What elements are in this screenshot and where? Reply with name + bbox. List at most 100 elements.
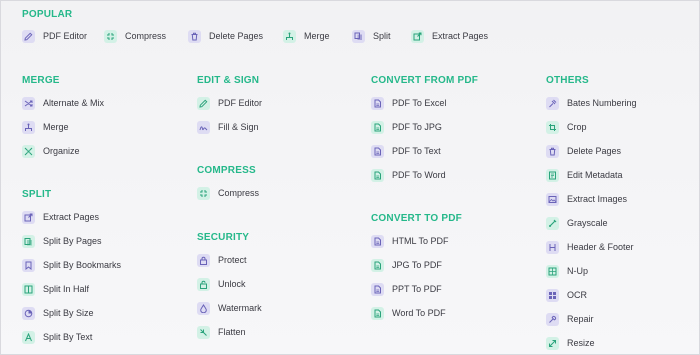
- others-item-header-and-footer[interactable]: Header & Footer: [546, 239, 634, 255]
- popular-item-merge[interactable]: Merge: [283, 28, 330, 44]
- others-item-n-up[interactable]: N-Up: [546, 263, 588, 279]
- compress-section-title: COMPRESS: [197, 165, 256, 176]
- menu-item-label: Fill & Sign: [218, 122, 259, 132]
- extract-icon: [411, 29, 424, 43]
- menu-item-label: PDF To Excel: [392, 98, 447, 108]
- menu-item-label: Alternate & Mix: [43, 98, 105, 108]
- convert-to-item-jpg-to-pdf[interactable]: JPG To PDF: [371, 257, 442, 273]
- menu-item-label: PDF To Text: [392, 146, 441, 156]
- popular-item-compress[interactable]: Compress: [104, 28, 166, 44]
- split-item-split-by-size[interactable]: Split By Size: [22, 305, 94, 321]
- menu-item-label: PPT To PDF: [392, 284, 442, 294]
- convert-from-item-pdf-to-excel[interactable]: PDF To Excel: [371, 95, 446, 111]
- others-item-edit-metadata[interactable]: Edit Metadata: [546, 167, 623, 183]
- popular-section-title: POPULAR: [22, 9, 73, 20]
- menu-item-label: Split By Bookmarks: [43, 260, 122, 270]
- popular-item-split[interactable]: Split: [352, 28, 391, 44]
- others-item-grayscale[interactable]: Grayscale: [546, 215, 608, 231]
- grid-icon: [546, 264, 559, 278]
- menu-item-label: HTML To PDF: [392, 236, 449, 246]
- menu-item-label: Header & Footer: [567, 242, 634, 252]
- menu-item-label: JPG To PDF: [392, 260, 442, 270]
- pages-icon: [22, 234, 35, 248]
- convert-from-item-pdf-to-text[interactable]: PDF To Text: [371, 143, 441, 159]
- convert-from-item-pdf-to-jpg[interactable]: PDF To JPG: [371, 119, 442, 135]
- menu-item-label: Edit Metadata: [567, 170, 623, 180]
- menu-item-label: Grayscale: [567, 218, 608, 228]
- repair-icon: [546, 312, 559, 326]
- menu-item-label: Delete Pages: [209, 31, 264, 41]
- split-item-split-by-bookmarks[interactable]: Split By Bookmarks: [22, 257, 121, 273]
- merge-item-alternate-and-mix[interactable]: Alternate & Mix: [22, 95, 104, 111]
- document-icon: [371, 120, 384, 134]
- popular-item-pdf-editor[interactable]: PDF Editor: [22, 28, 87, 44]
- ocr-icon: [546, 288, 559, 302]
- edit-sign-item-pdf-editor[interactable]: PDF Editor: [197, 95, 262, 111]
- convert-to-pdf-section-title: CONVERT TO PDF: [371, 213, 462, 224]
- others-item-delete-pages[interactable]: Delete Pages: [546, 143, 621, 159]
- split-item-split-by-pages[interactable]: Split By Pages: [22, 233, 102, 249]
- popular-item-delete-pages[interactable]: Delete Pages: [188, 28, 263, 44]
- menu-item-label: Crop: [567, 122, 587, 132]
- extract-icon: [22, 210, 35, 224]
- split-item-extract-pages[interactable]: Extract Pages: [22, 209, 99, 225]
- convert-to-item-ppt-to-pdf[interactable]: PPT To PDF: [371, 281, 442, 297]
- convert-from-item-pdf-to-word[interactable]: PDF To Word: [371, 167, 446, 183]
- menu-item-label: Repair: [567, 314, 594, 324]
- merge-item-organize[interactable]: Organize: [22, 143, 80, 159]
- split-item-split-by-text[interactable]: Split By Text: [22, 329, 92, 345]
- sign-icon: [197, 120, 210, 134]
- watermark-icon: [197, 301, 210, 315]
- size-icon: [22, 306, 35, 320]
- merge-icon: [283, 29, 296, 43]
- menu-item-label: OCR: [567, 290, 587, 300]
- menu-item-label: Protect: [218, 255, 247, 265]
- menu-item-label: PDF To Word: [392, 170, 446, 180]
- document-icon: [371, 306, 384, 320]
- others-item-resize[interactable]: Resize: [546, 335, 595, 351]
- menu-item-label: Compress: [218, 188, 260, 198]
- document-icon: [371, 234, 384, 248]
- others-item-crop[interactable]: Crop: [546, 119, 587, 135]
- edit-sign-item-fill-and-sign[interactable]: Fill & Sign: [197, 119, 259, 135]
- split-icon: [352, 29, 365, 43]
- flatten-icon: [197, 325, 210, 339]
- menu-item-label: N-Up: [567, 266, 589, 276]
- menu-item-label: Split By Size: [43, 308, 94, 318]
- resize-icon: [546, 336, 559, 350]
- others-item-extract-images[interactable]: Extract Images: [546, 191, 627, 207]
- compress-icon: [197, 186, 210, 200]
- convert-to-item-html-to-pdf[interactable]: HTML To PDF: [371, 233, 449, 249]
- security-item-watermark[interactable]: Watermark: [197, 300, 262, 316]
- menu-item-label: Resize: [567, 338, 595, 348]
- menu-item-label: Compress: [125, 31, 167, 41]
- split-section-title: SPLIT: [22, 189, 52, 200]
- security-item-unlock[interactable]: Unlock: [197, 276, 246, 292]
- compress-icon: [104, 29, 117, 43]
- shuffle-icon: [22, 96, 35, 110]
- menu-item-label: Extract Pages: [43, 212, 100, 222]
- menu-item-label: PDF Editor: [218, 98, 263, 108]
- menu-item-label: Merge: [43, 122, 69, 132]
- others-item-ocr[interactable]: OCR: [546, 287, 587, 303]
- organize-icon: [22, 144, 35, 158]
- others-item-repair[interactable]: Repair: [546, 311, 594, 327]
- security-item-flatten[interactable]: Flatten: [197, 324, 246, 340]
- crop-icon: [546, 120, 559, 134]
- half-icon: [22, 282, 35, 296]
- merge-icon: [22, 120, 35, 134]
- convert-to-item-word-to-pdf[interactable]: Word To PDF: [371, 305, 446, 321]
- merge-item-merge[interactable]: Merge: [22, 119, 69, 135]
- others-item-bates-numbering[interactable]: Bates Numbering: [546, 95, 637, 111]
- trash-icon: [546, 144, 559, 158]
- menu-item-label: Extract Pages: [432, 31, 489, 41]
- menu-item-label: Delete Pages: [567, 146, 622, 156]
- split-item-split-in-half[interactable]: Split In Half: [22, 281, 89, 297]
- merge-section-title: MERGE: [22, 75, 60, 86]
- compress-item-compress[interactable]: Compress: [197, 185, 259, 201]
- security-item-protect[interactable]: Protect: [197, 252, 247, 268]
- menu-item-label: PDF To JPG: [392, 122, 442, 132]
- menu-item-label: Flatten: [218, 327, 246, 337]
- document-icon: [371, 282, 384, 296]
- popular-item-extract-pages[interactable]: Extract Pages: [411, 28, 488, 44]
